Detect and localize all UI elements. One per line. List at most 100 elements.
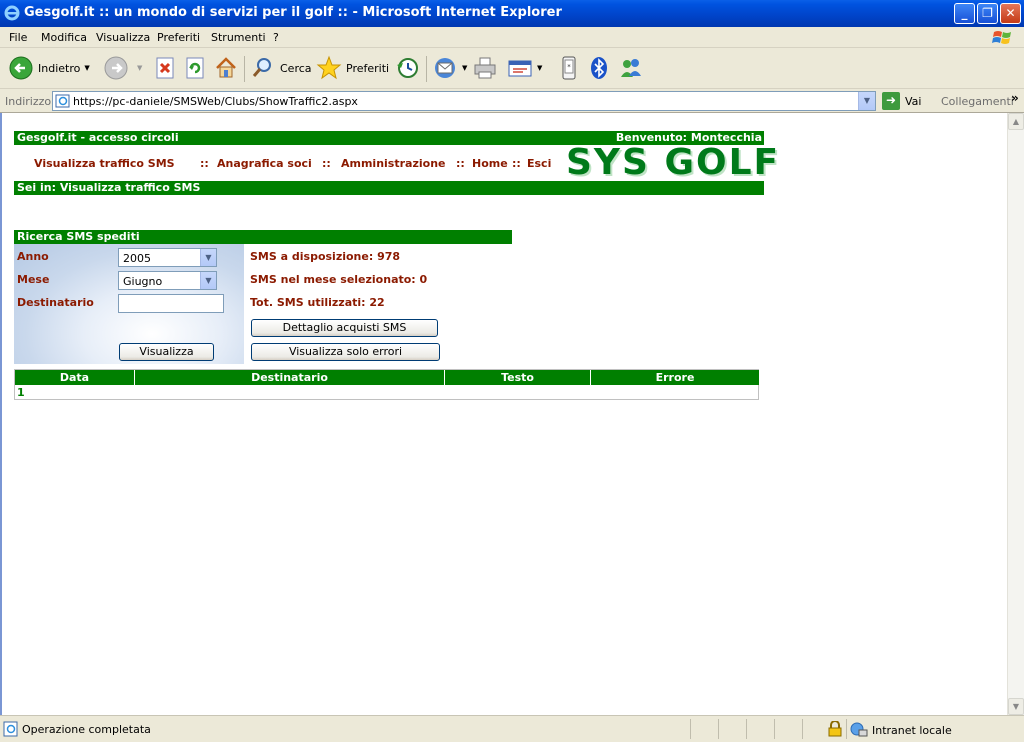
- menu-bar: File Modifica Visualizza Preferiti Strum…: [0, 27, 1024, 48]
- edit-dropdown-icon[interactable]: ▼: [537, 64, 542, 72]
- security-zone: Intranet locale: [850, 722, 952, 738]
- go-label: Vai: [905, 94, 922, 108]
- vertical-scrollbar[interactable]: ▲ ▼: [1007, 113, 1024, 715]
- svg-text:*: *: [567, 63, 571, 71]
- back-arrow-icon: [9, 56, 33, 80]
- nav-exit-link[interactable]: Esci: [527, 157, 551, 170]
- year-label: Anno: [17, 250, 49, 263]
- back-button[interactable]: Indietro ▼: [8, 54, 90, 82]
- search-title: Ricerca SMS spediti: [17, 230, 140, 243]
- year-select[interactable]: 2005 ▼: [118, 248, 217, 267]
- printer-icon: [474, 57, 496, 79]
- purchases-detail-button[interactable]: Dettaglio acquisti SMS: [251, 319, 438, 337]
- errors-only-button[interactable]: Visualizza solo errori: [251, 343, 440, 361]
- sys-golf-logo: SYS GOLF: [566, 142, 781, 183]
- mail-button[interactable]: ▼: [432, 54, 467, 82]
- home-button[interactable]: [213, 54, 243, 82]
- forward-dropdown-icon[interactable]: ▼: [137, 64, 142, 72]
- sms-month: SMS nel mese selezionato: 0: [250, 273, 428, 286]
- forward-button[interactable]: ▼: [103, 54, 142, 82]
- search-label: Cerca: [280, 61, 312, 75]
- nav-members-link[interactable]: Anagrafica soci: [217, 157, 312, 170]
- star-icon: [316, 55, 342, 80]
- page-viewport: [0, 113, 1007, 715]
- page-icon: [55, 94, 70, 108]
- year-value: 2005: [123, 252, 151, 265]
- menu-visualizza[interactable]: Visualizza: [96, 31, 150, 44]
- nav-admin-link[interactable]: Amministrazione: [341, 157, 445, 170]
- window-title: Gesgolf.it :: un mondo di servizi per il…: [24, 5, 562, 20]
- nav-home-link[interactable]: Home: [472, 157, 508, 170]
- chevron-down-icon[interactable]: ▼: [200, 249, 216, 266]
- address-input[interactable]: https://pc-daniele/SMSWeb/Clubs/ShowTraf…: [52, 91, 876, 111]
- column-header-date[interactable]: Data: [15, 370, 135, 385]
- links-label[interactable]: Collegamenti: [941, 95, 1014, 108]
- search-icon: [252, 58, 271, 77]
- edit-button[interactable]: ▼: [507, 54, 542, 82]
- refresh-button[interactable]: [182, 54, 212, 82]
- stop-icon: [156, 57, 174, 79]
- edit-page-icon: [508, 60, 532, 77]
- sms-total: Tot. SMS utilizzati: 22: [250, 296, 385, 309]
- nav-traffic-link[interactable]: Visualizza traffico SMS: [34, 157, 175, 170]
- month-value: Giugno: [123, 275, 163, 288]
- menu-help[interactable]: ?: [273, 31, 279, 44]
- nav-separator: ::: [200, 157, 209, 170]
- toolbar: Indietro ▼ ▼ Cerca Preferiti ▼ ▼ *: [0, 48, 1024, 89]
- recipient-label: Destinatario: [17, 296, 94, 309]
- chevron-right-icon[interactable]: »: [1011, 91, 1019, 105]
- nav-separator: ::: [456, 157, 465, 170]
- page-done-icon: [3, 721, 18, 737]
- refresh-icon: [186, 57, 204, 79]
- recipient-input[interactable]: [118, 294, 224, 313]
- chevron-down-icon[interactable]: ▼: [200, 272, 216, 289]
- menu-file[interactable]: File: [9, 31, 27, 44]
- scroll-up-icon[interactable]: ▲: [1008, 113, 1024, 130]
- address-label: Indirizzo: [5, 95, 52, 108]
- nav-separator: ::: [322, 157, 331, 170]
- search-button[interactable]: Cerca: [250, 54, 312, 82]
- back-dropdown-icon[interactable]: ▼: [84, 64, 89, 72]
- windows-logo-icon: [992, 31, 1011, 44]
- view-button[interactable]: Visualizza: [119, 343, 214, 361]
- site-label: Gesgolf.it - accesso circoli: [17, 131, 179, 144]
- mail-icon: [435, 58, 455, 78]
- status-bar: Operazione completata Intranet locale: [0, 715, 1024, 742]
- go-button[interactable]: ➜ Vai: [882, 92, 921, 110]
- messenger-icon: [621, 59, 641, 77]
- lock-icon: [828, 721, 842, 737]
- column-header-text[interactable]: Testo: [445, 370, 591, 385]
- address-dropdown-icon[interactable]: ▼: [858, 92, 875, 110]
- history-icon: [397, 58, 418, 78]
- mail-dropdown-icon[interactable]: ▼: [462, 64, 467, 72]
- device-icon: *: [562, 56, 576, 80]
- window-titlebar: Gesgolf.it :: un mondo di servizi per il…: [0, 0, 1024, 27]
- favorites-button[interactable]: Preferiti: [316, 54, 389, 82]
- month-select[interactable]: Giugno ▼: [118, 271, 217, 290]
- menu-strumenti[interactable]: Strumenti: [211, 31, 266, 44]
- close-button[interactable]: ✕: [1000, 3, 1021, 24]
- scroll-down-icon[interactable]: ▼: [1008, 698, 1024, 715]
- history-button[interactable]: [394, 54, 424, 82]
- pager-page-1[interactable]: 1: [17, 386, 25, 399]
- maximize-button[interactable]: ❐: [977, 3, 998, 24]
- intranet-icon: [850, 722, 868, 737]
- sms-available: SMS a disposizione: 978: [250, 250, 401, 263]
- minimize-button[interactable]: _: [954, 3, 975, 24]
- bluetooth-icon: [591, 57, 607, 79]
- bluetooth-button[interactable]: [586, 54, 616, 82]
- forward-arrow-icon: [104, 56, 128, 80]
- discuss-button[interactable]: *: [556, 54, 586, 82]
- messenger-button[interactable]: [618, 54, 648, 82]
- favorites-label: Preferiti: [346, 61, 390, 75]
- print-button[interactable]: [472, 54, 502, 82]
- results-table: Data Destinatario Testo Errore 1: [14, 369, 759, 400]
- column-header-error[interactable]: Errore: [591, 370, 759, 385]
- zone-label: Intranet locale: [872, 723, 952, 737]
- search-title-bar: Ricerca SMS spediti: [14, 230, 512, 244]
- address-url: https://pc-daniele/SMSWeb/Clubs/ShowTraf…: [73, 95, 358, 108]
- column-header-recipient[interactable]: Destinatario: [135, 370, 445, 385]
- menu-preferiti[interactable]: Preferiti: [157, 31, 200, 44]
- stop-button[interactable]: [152, 54, 182, 82]
- menu-modifica[interactable]: Modifica: [41, 31, 87, 44]
